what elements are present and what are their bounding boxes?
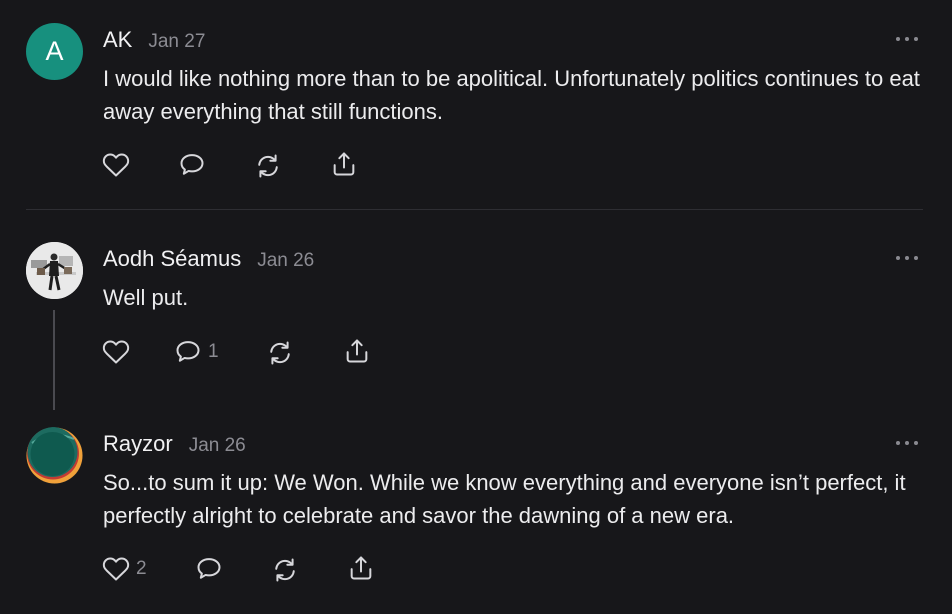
reply-button[interactable] (195, 555, 223, 583)
restack-icon (266, 339, 294, 367)
author-name[interactable]: Aodh Séamus (103, 246, 241, 272)
like-button[interactable] (102, 151, 130, 179)
avatar[interactable] (26, 427, 83, 484)
reply-count: 1 (208, 341, 219, 362)
comment-header: AK Jan 27 (103, 27, 205, 53)
comment-date[interactable]: Jan 27 (148, 31, 205, 53)
author-name[interactable]: AK (103, 27, 132, 53)
like-button[interactable] (102, 338, 130, 366)
divider (26, 209, 923, 210)
comment-date[interactable]: Jan 26 (257, 250, 314, 272)
heart-icon (102, 555, 130, 583)
restack-button[interactable] (266, 339, 294, 367)
comment-icon (178, 151, 206, 179)
reply-button[interactable]: 1 (174, 338, 219, 366)
comment-header: Aodh Séamus Jan 26 (103, 246, 314, 272)
heart-icon (102, 151, 130, 179)
restack-button[interactable] (271, 556, 299, 584)
author-name[interactable]: Rayzor (103, 431, 173, 457)
more-options-icon[interactable] (894, 438, 920, 448)
comment-icon (195, 555, 223, 583)
restack-button[interactable] (254, 152, 282, 180)
reply-button[interactable] (178, 151, 206, 179)
comment-date[interactable]: Jan 26 (189, 435, 246, 457)
comment-header: Rayzor Jan 26 (103, 431, 246, 457)
restack-icon (271, 556, 299, 584)
avatar[interactable]: A (26, 23, 83, 80)
thread-line (53, 310, 55, 410)
comment-text: So...to sum it up: We Won. While we know… (103, 470, 906, 528)
heart-icon (102, 338, 130, 366)
like-button[interactable]: 2 (102, 555, 147, 583)
comment-text: I would like nothing more than to be apo… (103, 66, 920, 124)
share-button[interactable] (347, 554, 375, 582)
like-count: 2 (136, 558, 147, 579)
share-button[interactable] (330, 150, 358, 178)
share-button[interactable] (343, 337, 371, 365)
comment-icon (174, 338, 202, 366)
restack-icon (254, 152, 282, 180)
share-icon (347, 554, 375, 582)
avatar[interactable] (26, 242, 83, 299)
share-icon (343, 337, 371, 365)
comment-text: Well put. (103, 285, 189, 310)
share-icon (330, 150, 358, 178)
more-options-icon[interactable] (894, 34, 920, 44)
more-options-icon[interactable] (894, 253, 920, 263)
